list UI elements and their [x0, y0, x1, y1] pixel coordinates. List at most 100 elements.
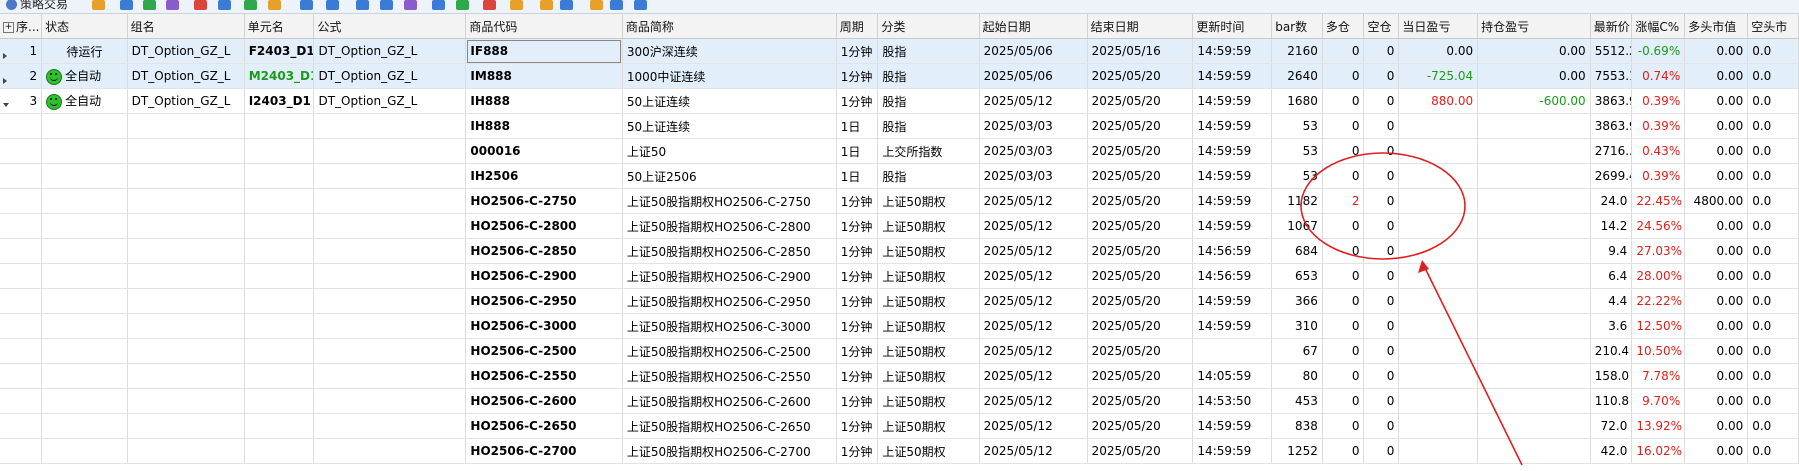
row-group[interactable]	[127, 313, 245, 339]
row-pos-pl[interactable]	[1477, 263, 1591, 289]
row-code[interactable]: HO2506-C-2800	[465, 213, 623, 239]
row-long-value[interactable]: 0.00	[1684, 238, 1749, 264]
row-status[interactable]	[41, 263, 128, 289]
row-long-value[interactable]: 0.00	[1684, 163, 1749, 189]
row-start-date[interactable]: 2025/05/12	[979, 188, 1088, 214]
row-period[interactable]: 1日	[836, 163, 879, 189]
row-group[interactable]	[127, 163, 245, 189]
row-short-value[interactable]: 0.0	[1747, 313, 1799, 339]
row-period[interactable]: 1分钟	[836, 388, 879, 414]
row-update-time[interactable]: 14:53:50	[1192, 388, 1273, 414]
row-index[interactable]: 2	[0, 63, 43, 89]
row-day-pl[interactable]	[1398, 263, 1479, 289]
row-pos-pl[interactable]	[1477, 213, 1591, 239]
row-long[interactable]: 0	[1322, 363, 1365, 389]
row-bars[interactable]: 453	[1271, 388, 1323, 414]
row-long-value[interactable]: 0.00	[1684, 438, 1749, 464]
row-pos-pl[interactable]	[1477, 288, 1591, 314]
row-change-pct[interactable]: 27.03%	[1631, 238, 1686, 264]
row-status[interactable]	[41, 238, 128, 264]
row-short-value[interactable]: 0.0	[1747, 388, 1799, 414]
row-change-pct[interactable]: -0.69%	[1631, 38, 1686, 64]
row-bars[interactable]: 838	[1271, 413, 1323, 439]
row-index[interactable]: 1	[0, 38, 43, 64]
row-long-value[interactable]: 0.00	[1684, 313, 1749, 339]
row-short-value[interactable]: 0.0	[1747, 113, 1799, 139]
row-category[interactable]: 股指	[877, 63, 980, 89]
row-bars[interactable]: 1182	[1271, 188, 1323, 214]
row-long[interactable]: 0	[1322, 438, 1365, 464]
row-long-value[interactable]: 0.00	[1684, 113, 1749, 139]
row-change-pct[interactable]: 10.50%	[1631, 338, 1686, 364]
row-long-value[interactable]: 0.00	[1684, 288, 1749, 314]
row-group[interactable]	[127, 213, 245, 239]
row-unit[interactable]	[244, 238, 315, 264]
row-update-time[interactable]: 14:59:59	[1192, 138, 1273, 164]
row-update-time[interactable]: 14:59:59	[1192, 38, 1273, 64]
row-code[interactable]: 000016	[465, 138, 623, 164]
row-last-price[interactable]: 2699.4	[1590, 163, 1633, 189]
row-code[interactable]: HO2506-C-2550	[465, 363, 623, 389]
table-row[interactable]: HO2506-C-3000 上证50股指期权HO2506-C-3000 1分钟 上证5…	[0, 313, 1799, 339]
row-category[interactable]: 上证50期权	[877, 288, 980, 314]
row-index[interactable]	[0, 438, 43, 464]
row-last-price[interactable]: 2716...	[1590, 138, 1633, 164]
row-formula[interactable]	[313, 388, 467, 414]
row-status[interactable]	[41, 363, 128, 389]
col-header-change-pct[interactable]: 涨幅C%	[1631, 14, 1686, 39]
row-change-pct[interactable]: 0.39%	[1631, 113, 1686, 139]
row-change-pct[interactable]: 22.45%	[1631, 188, 1686, 214]
col-header-unit[interactable]: 单元名	[244, 14, 315, 39]
row-name[interactable]: 上证50股指期权HO2506-C-2700	[622, 438, 837, 464]
row-group[interactable]: DT_Option_GZ_L	[127, 88, 245, 114]
row-end-date[interactable]: 2025/05/20	[1087, 163, 1194, 189]
row-code[interactable]: HO2506-C-3000	[465, 313, 623, 339]
row-status[interactable]	[41, 213, 128, 239]
row-unit[interactable]	[244, 338, 315, 364]
row-status[interactable]: 待运行	[41, 38, 128, 64]
row-status[interactable]	[41, 163, 128, 189]
row-period[interactable]: 1分钟	[836, 238, 879, 264]
row-start-date[interactable]: 2025/03/03	[979, 113, 1088, 139]
row-last-price[interactable]: 9.4	[1590, 238, 1633, 264]
row-day-pl[interactable]	[1398, 313, 1479, 339]
row-end-date[interactable]: 2025/05/20	[1087, 213, 1194, 239]
blue-icon[interactable]	[326, 0, 339, 10]
row-index[interactable]	[0, 113, 43, 139]
blue-icon[interactable]	[300, 0, 313, 10]
row-code[interactable]: HO2506-C-2750	[465, 188, 623, 214]
row-period[interactable]: 1分钟	[836, 413, 879, 439]
row-end-date[interactable]: 2025/05/20	[1087, 438, 1194, 464]
row-unit[interactable]	[244, 288, 315, 314]
row-short[interactable]: 0	[1363, 363, 1400, 389]
row-pos-pl[interactable]	[1477, 188, 1591, 214]
table-row[interactable]: HO2506-C-2800 上证50股指期权HO2506-C-2800 1分钟 上证5…	[0, 213, 1799, 239]
row-short[interactable]: 0	[1363, 288, 1400, 314]
row-change-pct[interactable]: 7.78%	[1631, 363, 1686, 389]
row-period[interactable]: 1分钟	[836, 363, 879, 389]
row-unit[interactable]: M2403_D19	[244, 63, 315, 89]
row-index[interactable]	[0, 363, 43, 389]
col-header-index[interactable]: + 序...	[0, 14, 43, 39]
row-long-value[interactable]: 0.00	[1684, 388, 1749, 414]
orange-icon[interactable]	[540, 0, 553, 10]
row-short[interactable]: 0	[1363, 263, 1400, 289]
row-short-value[interactable]: 0.0	[1747, 213, 1799, 239]
row-name[interactable]: 上证50股指期权HO2506-C-2900	[622, 263, 837, 289]
row-update-time[interactable]: 14:59:59	[1192, 163, 1273, 189]
row-change-pct[interactable]: 22.22%	[1631, 288, 1686, 314]
row-end-date[interactable]: 2025/05/20	[1087, 88, 1194, 114]
row-code[interactable]: IM888	[465, 63, 623, 89]
row-unit[interactable]	[244, 138, 315, 164]
col-header-category[interactable]: 分类	[877, 14, 980, 39]
row-day-pl[interactable]: -725.04	[1398, 63, 1479, 89]
table-row[interactable]: HO2506-C-2600 上证50股指期权HO2506-C-2600 1分钟 上证5…	[0, 388, 1799, 414]
row-period[interactable]: 1分钟	[836, 188, 879, 214]
row-period[interactable]: 1分钟	[836, 38, 879, 64]
table-row[interactable]: HO2506-C-2900 上证50股指期权HO2506-C-2900 1分钟 上证5…	[0, 263, 1799, 289]
row-short[interactable]: 0	[1363, 313, 1400, 339]
row-name[interactable]: 上证50股指期权HO2506-C-2950	[622, 288, 837, 314]
row-unit[interactable]	[244, 213, 315, 239]
row-unit[interactable]	[244, 438, 315, 464]
row-long[interactable]: 0	[1322, 288, 1365, 314]
